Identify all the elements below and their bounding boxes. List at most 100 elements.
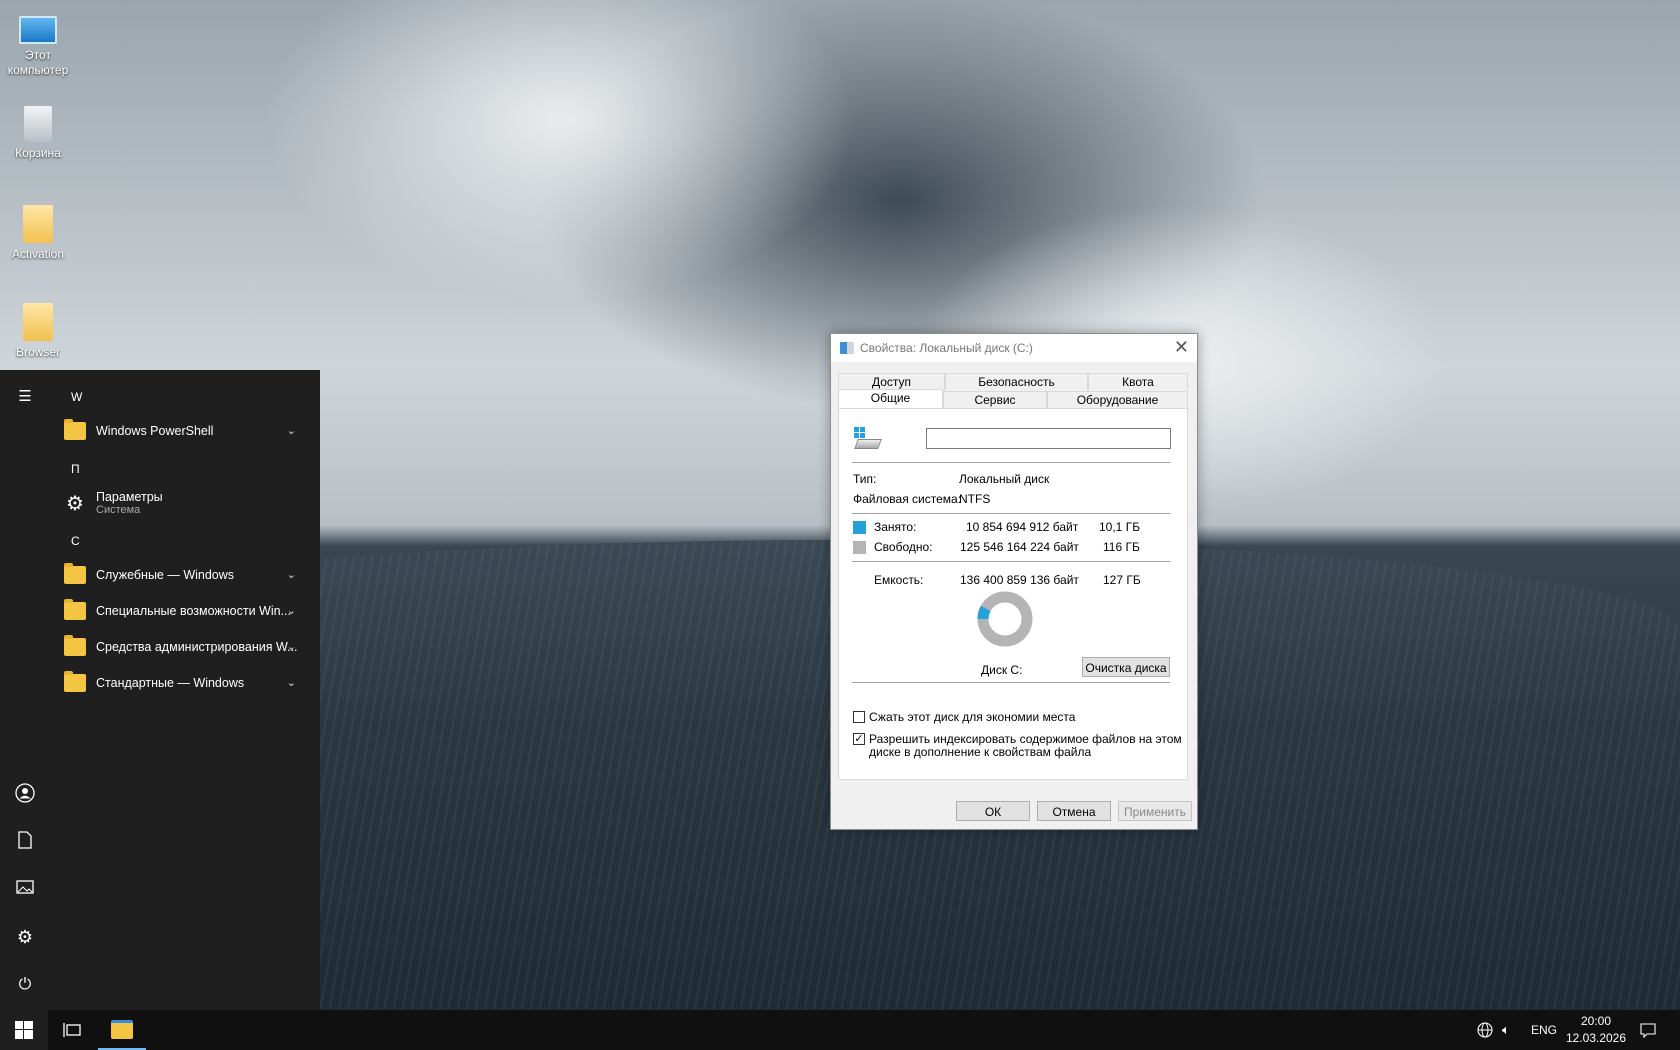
app-label: Служебные — Windows [96,568,235,582]
capacity-label: Емкость: [874,573,924,587]
windows-icon [15,1021,33,1039]
desktop-icon-label: Activation [11,247,65,261]
separator [852,462,1170,463]
tab-panel-general: Тип: Локальный диск Файловая система: NT… [838,408,1188,780]
index-label-line-1: Разрешить индексировать содержимое файло… [869,732,1182,746]
clock[interactable]: 20:00 12.03.2026 [1565,1010,1627,1050]
folder-icon [64,419,86,440]
volume-icon[interactable]: 🔈︎ [1502,1010,1510,1050]
chevron-down-icon[interactable]: ⌄ [287,604,296,617]
hamburger-icon[interactable]: ☰ [14,386,36,408]
tab-hardware[interactable]: Оборудование [1047,391,1188,408]
start-app-powershell[interactable]: Windows PowerShell ⌄ [64,416,304,446]
close-icon[interactable]: ✕ [1174,338,1189,356]
folder-icon [64,671,86,692]
taskbar: 🔈︎ ENG 20:00 12.03.2026 [0,1010,1680,1050]
tab-sharing[interactable]: Доступ [838,373,945,390]
desktop-icon-label: Browser [15,345,60,359]
chevron-down-icon[interactable]: ⌄ [287,568,296,581]
pictures-icon[interactable] [14,879,36,901]
desktop-icon-activation[interactable]: Activation [4,205,72,262]
app-label: Средства администрирования W... [96,640,298,654]
index-checkbox[interactable]: ✓ [853,733,865,745]
tab-row-front: Общие Сервис Оборудование [838,389,1188,409]
start-button[interactable] [0,1010,48,1050]
drive-icon [840,342,854,354]
group-letter[interactable]: С [71,534,80,548]
dialog-titlebar[interactable]: Свойства: Локальный диск (C:) ✕ [831,334,1197,362]
tab-quota[interactable]: Квота [1088,373,1188,390]
filesystem-value: NTFS [959,492,991,506]
documents-icon[interactable] [14,831,36,853]
separator [852,682,1170,683]
donut-free-segment [977,591,1033,647]
start-app-accessibility[interactable]: Специальные возможности Win... ⌄ [64,596,304,626]
tab-row-back: Доступ Безопасность Квота [838,373,1188,390]
app-label: Параметры [96,490,163,504]
app-label: Стандартные — Windows [96,676,245,690]
tab-tools[interactable]: Сервис [943,391,1047,408]
file-explorer-button[interactable] [98,1010,146,1050]
power-icon[interactable]: ⏻ [14,974,36,996]
free-bytes: 125 546 164 224 байт [960,540,1079,554]
folder-icon [64,599,86,620]
group-letter[interactable]: W [71,390,82,404]
drive-name-input[interactable] [926,428,1171,449]
group-letter[interactable]: П [71,462,80,476]
network-icon[interactable] [1477,1010,1493,1050]
user-icon[interactable] [14,783,36,805]
desktop-icon-browser[interactable]: Browser [4,303,72,360]
disk-usage-donut [977,591,1033,647]
disk-cleanup-button[interactable]: Очистка диска [1082,657,1170,677]
index-label-line-2: диске в дополнение к свойствам файла [869,745,1092,759]
tab-general[interactable]: Общие [838,389,943,409]
folder-icon [23,303,53,341]
filesystem-label: Файловая система: [853,492,962,506]
used-label: Занято: [874,520,917,534]
chevron-down-icon[interactable]: ⌄ [287,640,296,653]
folder-icon [64,563,86,584]
clock-time: 20:00 [1580,1014,1612,1028]
disk-properties-dialog: Свойства: Локальный диск (C:) ✕ Доступ Б… [830,333,1198,830]
clock-date: 12.03.2026 [1565,1031,1627,1045]
tab-security[interactable]: Безопасность [945,373,1088,390]
desktop-icon-label: Этот компьютер [7,48,69,77]
folder-icon [64,635,86,656]
desktop-icon-label: Корзина [15,146,61,160]
free-label: Свободно: [874,540,933,554]
separator [852,513,1170,514]
app-sublabel: Система [96,504,141,516]
start-menu: ☰ W Windows PowerShell ⌄ П ⚙ Параметры С… [0,370,320,1010]
task-view-button[interactable] [48,1010,96,1050]
type-value: Локальный диск [959,472,1050,486]
desktop-icon-recycle-bin[interactable]: Корзина [4,106,72,161]
compress-checkbox[interactable] [853,711,865,723]
settings-icon[interactable]: ⚙ [14,926,36,948]
start-app-system-tools[interactable]: Служебные — Windows ⌄ [64,560,304,590]
chevron-down-icon[interactable]: ⌄ [287,424,296,437]
capacity-bytes: 136 400 859 136 байт [960,573,1079,587]
language-indicator[interactable]: ENG [1531,1010,1557,1050]
start-app-settings[interactable]: ⚙ Параметры Система [64,484,304,522]
computer-icon [19,16,57,44]
file-explorer-icon [111,1019,133,1039]
apply-button[interactable]: Применить [1118,801,1192,821]
cancel-button[interactable]: Отмена [1037,801,1111,821]
separator [852,561,1170,562]
notifications-icon[interactable] [1640,1010,1656,1050]
desktop-icon-this-pc[interactable]: Этот компьютер [4,8,72,78]
start-app-admin-tools[interactable]: Средства администрирования W... ⌄ [64,632,304,662]
start-app-accessories[interactable]: Стандартные — Windows ⌄ [64,668,304,698]
folder-icon [23,205,53,243]
compress-label: Сжать этот диск для экономии места [869,710,1076,724]
ok-button[interactable]: ОК [956,801,1030,821]
gear-icon: ⚙ [66,492,84,515]
disk-label: Диск C: [981,663,1023,677]
drive-icon [854,427,882,449]
recycle-bin-icon [24,106,52,142]
capacity-gb: 127 ГБ [1103,573,1141,587]
type-label: Тип: [853,472,877,486]
chevron-down-icon[interactable]: ⌄ [287,676,296,689]
used-gb: 10,1 ГБ [1099,520,1141,534]
free-gb: 116 ГБ [1103,540,1140,554]
